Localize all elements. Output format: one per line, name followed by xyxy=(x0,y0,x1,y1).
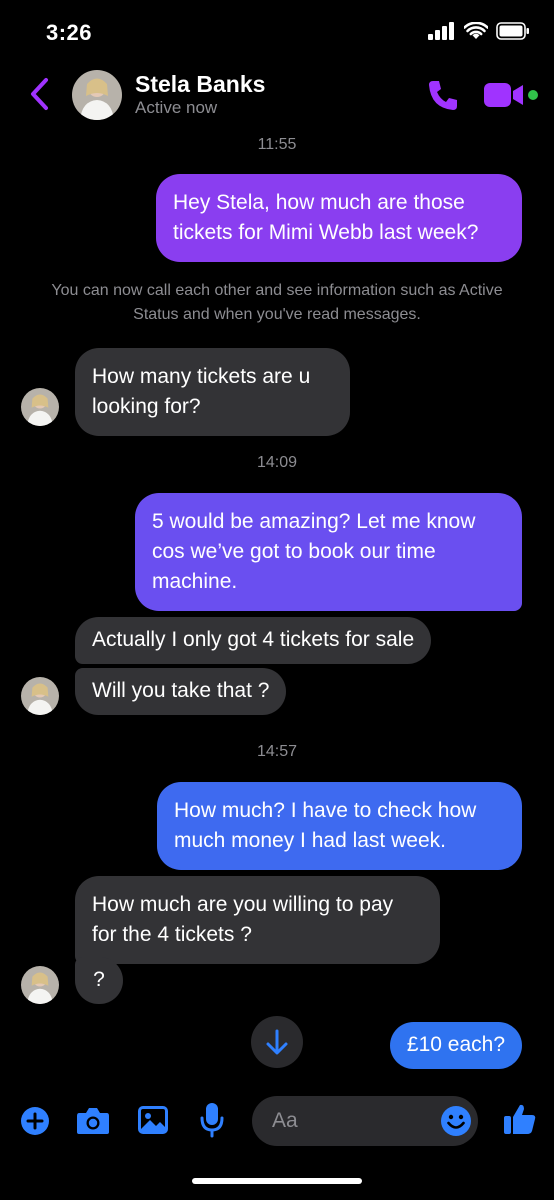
contact-avatar-small xyxy=(21,388,59,426)
incoming-message[interactable]: How many tickets are u looking for? xyxy=(75,348,350,436)
status-time: 3:26 xyxy=(46,20,93,45)
camera-icon[interactable] xyxy=(76,1106,110,1136)
outgoing-message[interactable]: Hey Stela, how much are those tickets fo… xyxy=(156,174,522,262)
incoming-message[interactable]: Actually I only got 4 tickets for sale xyxy=(75,617,432,664)
contact-avatar-small xyxy=(21,677,59,715)
contact-avatar[interactable] xyxy=(72,70,122,120)
outgoing-message[interactable]: How much? I have to check how much money… xyxy=(157,782,522,870)
arrow-down-icon xyxy=(266,1029,288,1055)
contact-name: Stela Banks xyxy=(135,71,266,97)
message-timestamp: 14:57 xyxy=(256,743,298,760)
incoming-message[interactable]: ? xyxy=(75,957,123,1004)
message-composer xyxy=(0,1092,554,1150)
conversation-header: Stela Banks Active now xyxy=(0,60,554,132)
message-input-box xyxy=(252,1096,478,1146)
home-indicator xyxy=(192,1178,362,1184)
status-icons xyxy=(428,22,530,40)
battery-icon xyxy=(496,22,529,40)
contact-avatar-small xyxy=(21,966,59,1004)
message-timestamp: 14:09 xyxy=(256,454,298,471)
wifi-icon xyxy=(464,22,488,39)
microphone-icon[interactable] xyxy=(200,1102,224,1138)
incoming-message[interactable]: Will you take that ? xyxy=(75,668,287,715)
plus-icon[interactable] xyxy=(20,1106,50,1136)
back-chevron-icon[interactable] xyxy=(26,76,52,112)
outgoing-message[interactable]: £10 each? xyxy=(389,1022,522,1069)
signal-icon xyxy=(428,22,454,40)
image-icon[interactable] xyxy=(137,1105,169,1135)
system-notice: You can now call each other and see info… xyxy=(51,282,503,323)
scroll-to-bottom-button[interactable] xyxy=(251,1016,303,1068)
message-input[interactable] xyxy=(272,1096,432,1146)
outgoing-message[interactable]: 5 would be amazing? Let me know cos we’v… xyxy=(135,493,522,611)
phone-icon[interactable] xyxy=(426,78,460,112)
contact-status: Active now xyxy=(135,98,218,117)
status-bar: 3:26 xyxy=(0,0,554,60)
incoming-message[interactable]: How much are you willing to pay for the … xyxy=(75,876,440,964)
thumbs-up-icon[interactable] xyxy=(503,1102,537,1136)
emoji-icon[interactable] xyxy=(440,1105,472,1137)
online-status-dot xyxy=(528,90,538,100)
video-camera-icon[interactable] xyxy=(484,82,524,108)
message-timestamp: 11:55 xyxy=(257,136,297,153)
